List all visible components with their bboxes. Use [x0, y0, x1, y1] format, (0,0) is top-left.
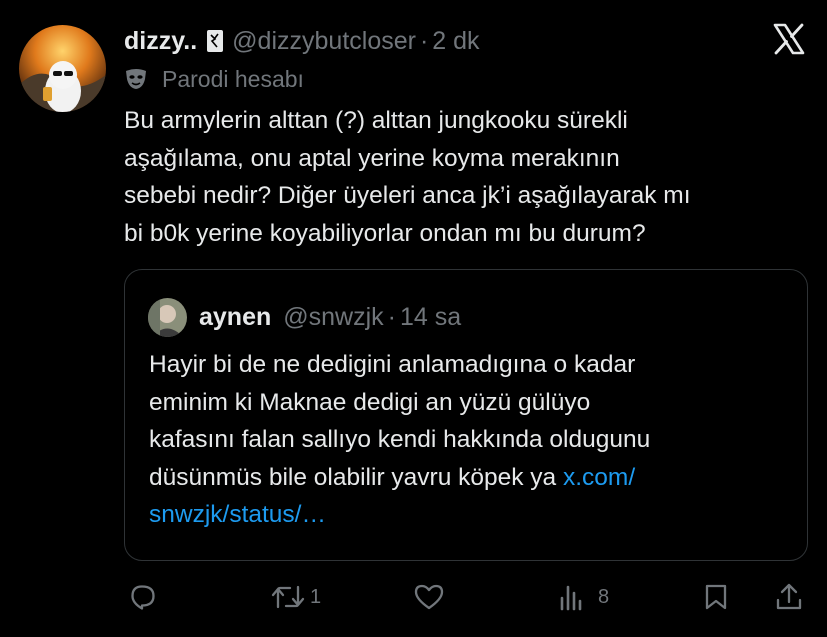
- separator-dot: ·: [387, 302, 396, 331]
- tweet-line: aşağılama, onu aptal yerine koyma merakı…: [124, 144, 620, 172]
- author-handle[interactable]: @dizzybutcloser: [232, 27, 416, 56]
- share-icon[interactable]: [774, 581, 804, 616]
- tweet-line: sebebi nedir? Diğer üyeleri anca jk’i aş…: [124, 182, 691, 209]
- quoted-author-handle: @snwzjk: [283, 302, 384, 331]
- quoted-line: snwzjk/status/…: [149, 496, 789, 534]
- x-logo-icon[interactable]: [772, 22, 806, 56]
- quoted-tweet-header: aynen @snwzjk · 14 sa: [148, 297, 461, 337]
- separator-dot: ·: [419, 26, 429, 55]
- heart-icon[interactable]: [413, 583, 445, 616]
- bookmark-icon[interactable]: [703, 583, 729, 616]
- quoted-post-time: 14 sa: [399, 302, 462, 331]
- parody-label-row: Parodi hesabı: [124, 63, 304, 95]
- status-link-continued[interactable]: snwzjk/status/…: [149, 501, 326, 528]
- quoted-author-display-name: aynen: [199, 302, 272, 331]
- tweet-text: Bu armylerin alttan (?) alttan jungkooku…: [124, 102, 814, 252]
- tweet-line: Bu armylerin alttan (?) alttan jungkooku…: [124, 107, 628, 134]
- quoted-line: düsünmüs bile olabilir yavru köpek ya x.…: [149, 459, 789, 497]
- quoted-tweet-text: Hayir bi de ne dedigini anlamadıgına o k…: [149, 346, 789, 534]
- parody-label: Parodi hesabı: [162, 65, 304, 92]
- quoted-line-text: düsünmüs bile olabilir yavru köpek ya: [149, 463, 563, 491]
- retweet-icon[interactable]: [270, 583, 306, 616]
- quoted-line: Hayir bi de ne dedigini anlamadıgına o k…: [149, 351, 636, 378]
- views-count: 8: [598, 586, 610, 608]
- status-link[interactable]: x.com/: [563, 464, 635, 491]
- author-header: dizzy.. @dizzybutcloser · 2 dk: [124, 26, 480, 56]
- views-icon[interactable]: [557, 583, 587, 616]
- quoted-line: kafasını falan sallıyo kendi hakkında ol…: [149, 426, 651, 453]
- author-display-name[interactable]: dizzy..: [124, 27, 197, 56]
- badge-icon: [205, 29, 225, 53]
- tweet-line: bi b0k yerine koyabiliyorlar ondan mı bu…: [124, 219, 646, 247]
- quoted-line: eminim ki Maknae dedigi an yüzü gülüyo: [149, 388, 591, 416]
- post-time[interactable]: 2 dk: [432, 27, 479, 56]
- reply-icon[interactable]: [129, 583, 157, 616]
- quoted-author-avatar: [148, 297, 187, 337]
- mask-icon: [124, 68, 148, 90]
- retweet-count: 1: [310, 586, 322, 608]
- author-avatar[interactable]: [19, 25, 106, 112]
